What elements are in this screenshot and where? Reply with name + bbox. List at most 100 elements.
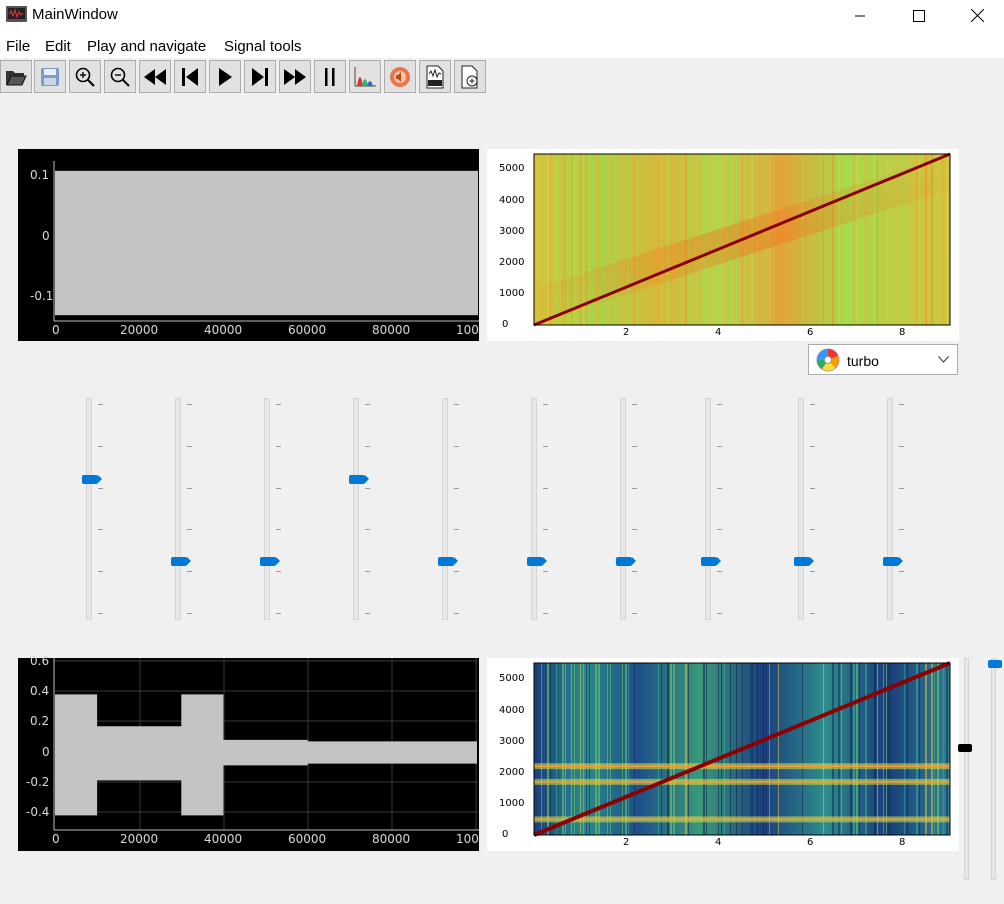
equalizer-slider-10[interactable] — [882, 398, 912, 620]
y-tick-label: 0.4 — [30, 684, 50, 698]
menu-signal-tools[interactable]: Signal tools — [224, 38, 302, 55]
slider-handle[interactable] — [349, 475, 369, 485]
slider-tick-mark — [276, 613, 281, 614]
slider-handle[interactable] — [794, 556, 814, 566]
rewind-button[interactable] — [139, 60, 171, 93]
slider-handle[interactable] — [171, 556, 191, 566]
x-tick-label: 2 — [623, 837, 630, 848]
app-waveform-icon — [6, 6, 27, 22]
equalizer-slider-4[interactable] — [348, 398, 378, 620]
spectrogram-stripe — [622, 154, 623, 325]
spectrogram-stripe — [547, 663, 549, 835]
input-spectrogram-plot[interactable]: 0 1000 2000 3000 4000 5000 2 4 6 8 — [487, 149, 959, 341]
y-tick-label: 3000 — [499, 736, 525, 747]
slider-tick-mark — [454, 488, 459, 489]
y-tick-label: 0 — [502, 829, 509, 840]
pause-button[interactable] — [314, 60, 346, 93]
slider-handle[interactable] — [883, 556, 903, 566]
slider-tick-mark — [543, 404, 548, 405]
spectrogram-button[interactable] — [349, 60, 381, 93]
new-file-button[interactable] — [454, 60, 486, 93]
spectrogram-stripe — [838, 154, 840, 325]
spectrogram-stripe — [706, 663, 707, 835]
slider-groove — [798, 398, 804, 620]
equalizer-slider-1[interactable] — [81, 398, 111, 620]
slider-tick-mark — [365, 488, 370, 489]
slider-groove — [264, 398, 270, 620]
slider-handle[interactable] — [438, 556, 458, 566]
spectrogram-stripe — [757, 663, 758, 835]
input-waveform-plot[interactable]: 0.1 0 -0.1 0 20000 40000 60000 80000 100 — [18, 149, 479, 341]
slider-tick-mark — [717, 571, 722, 572]
title-bar: MainWindow — [0, 0, 1004, 31]
minimize-button[interactable] — [832, 0, 888, 31]
spectrogram-stripe — [718, 663, 719, 835]
equalizer-slider-9[interactable] — [793, 398, 823, 620]
audio-button[interactable] — [384, 60, 416, 93]
spectrogram-stripe — [730, 663, 731, 835]
skip-to-end-button[interactable] — [244, 60, 276, 93]
menu-file[interactable]: File — [6, 38, 30, 55]
export-wav-button[interactable] — [419, 60, 451, 93]
spectrogram-stripe — [634, 663, 635, 835]
zoom-out-button[interactable] — [104, 60, 136, 93]
slider-handle[interactable] — [527, 556, 547, 566]
slider-tick-mark — [187, 529, 192, 530]
slider-tick-mark — [543, 488, 548, 489]
zoom-in-button[interactable] — [69, 60, 101, 93]
slider-tick-mark — [187, 571, 192, 572]
maximize-button[interactable] — [891, 0, 947, 31]
colormap-select[interactable]: turbo — [808, 344, 958, 375]
speed-slider-handle[interactable] — [988, 660, 1002, 669]
output-spectrogram-plot[interactable]: 0 1000 2000 3000 4000 5000 2 4 6 8 — [487, 658, 959, 851]
slider-tick-mark — [543, 571, 548, 572]
skip-to-start-button[interactable] — [174, 60, 206, 93]
slider-tick-mark — [276, 529, 281, 530]
speed-slider[interactable] — [984, 658, 1004, 880]
x-tick-label: 40000 — [204, 323, 243, 337]
fast-forward-button[interactable] — [279, 60, 311, 93]
play-button[interactable] — [209, 60, 241, 93]
gain-slider[interactable] — [957, 658, 977, 880]
y-tick-label: 5000 — [499, 163, 525, 174]
output-waveform-plot[interactable]: 0.6 0.4 0.2 0 -0.2 -0.4 0 20000 40000 60… — [18, 654, 479, 851]
folder-open-icon — [6, 70, 27, 85]
equalizer-slider-6[interactable] — [526, 398, 556, 620]
slider-handle[interactable] — [701, 556, 721, 566]
spectrogram-stripe — [751, 663, 753, 835]
equalizer-slider-8[interactable] — [700, 398, 730, 620]
slider-tick-mark — [276, 446, 281, 447]
y-tick-label: 5000 — [499, 673, 525, 684]
slider-tick-mark — [717, 613, 722, 614]
save-button[interactable] — [34, 60, 66, 93]
spectrogram-stripe — [574, 663, 575, 835]
equalizer-slider-7[interactable] — [615, 398, 645, 620]
slider-tick-mark — [810, 446, 815, 447]
slider-tick-mark — [187, 488, 192, 489]
slider-tick-mark — [810, 529, 815, 530]
slider-tick-mark — [810, 488, 815, 489]
equalizer-slider-3[interactable] — [259, 398, 289, 620]
equalizer-slider-2[interactable] — [170, 398, 200, 620]
equalizer-slider-5[interactable] — [437, 398, 467, 620]
x-tick-label: 100 — [456, 832, 479, 846]
spectrogram-stripe — [658, 154, 659, 325]
slider-handle[interactable] — [616, 556, 636, 566]
spectrogram-stripe — [859, 663, 860, 835]
slider-tick-mark — [365, 571, 370, 572]
spectrogram-stripe — [673, 154, 675, 325]
spectrogram-stripe — [946, 663, 948, 835]
slider-groove — [442, 398, 448, 620]
spectrogram-stripe — [562, 663, 564, 835]
slider-handle[interactable] — [82, 475, 102, 485]
gain-slider-handle[interactable] — [958, 743, 972, 752]
close-button[interactable] — [949, 0, 1004, 31]
menu-play-and-navigate[interactable]: Play and navigate — [87, 38, 206, 55]
spectrogram-stripe — [661, 154, 662, 325]
spectrogram-stripe — [580, 663, 581, 835]
spectrogram-stripe — [769, 663, 770, 835]
open-file-button[interactable] — [0, 60, 32, 93]
slider-handle[interactable] — [260, 556, 280, 566]
menu-edit[interactable]: Edit — [45, 38, 71, 55]
spectrogram-stripe — [550, 663, 551, 835]
